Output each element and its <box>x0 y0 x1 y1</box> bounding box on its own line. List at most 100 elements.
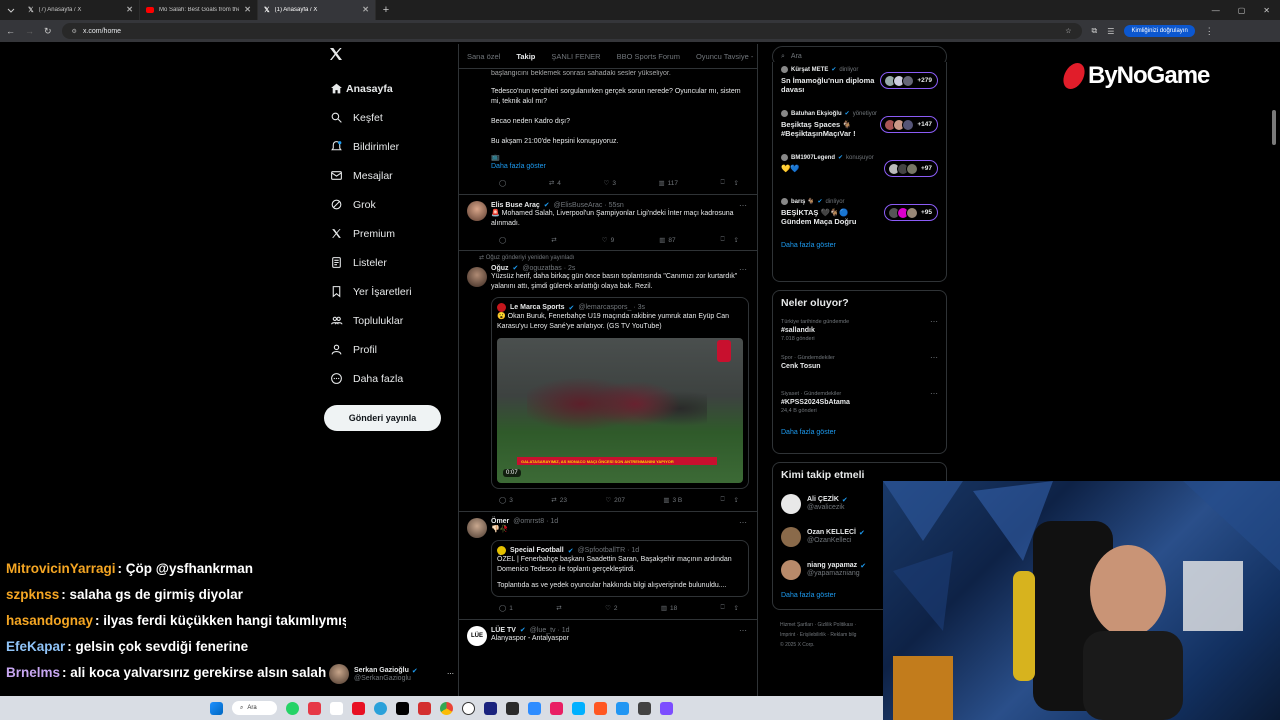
reply-button[interactable]: ◯ <box>499 236 506 244</box>
author-name[interactable]: Elis Buse Araç <box>491 202 540 209</box>
views-button[interactable]: ▥ 117 <box>659 179 679 188</box>
scrollbar[interactable] <box>1272 110 1276 145</box>
signin-button[interactable]: Kimliğinizi doğrulayın <box>1124 25 1195 37</box>
new-tab-button[interactable]: + <box>376 4 396 16</box>
maximize-button[interactable]: ▢ <box>1238 6 1246 15</box>
browser-tab[interactable]: Mo Salah: Best Goals from the ✕ <box>140 0 258 20</box>
author-name[interactable]: Oğuz <box>491 265 509 272</box>
taskbar-search[interactable]: ⌕ Ara <box>232 701 277 715</box>
share-icon[interactable]: ⇪ <box>734 604 739 612</box>
nav-item[interactable]: Mesajlar <box>324 161 454 190</box>
minimize-button[interactable]: — <box>1212 6 1220 15</box>
more-icon[interactable]: ⋯ <box>739 201 747 210</box>
reload-icon[interactable]: ↻ <box>44 26 52 37</box>
bookmark-button[interactable]: ⎕ ⇪ <box>721 179 739 187</box>
bookmark-button[interactable]: ⎕ ⇪ <box>721 236 739 244</box>
app-icon[interactable] <box>418 701 431 715</box>
views-button[interactable]: ▥ 18 <box>661 604 677 613</box>
reply-button[interactable]: ◯ <box>499 179 506 187</box>
whatsapp-icon[interactable] <box>286 701 299 715</box>
nav-item[interactable]: Keşfet <box>324 103 454 132</box>
tweet[interactable]: LÜE ⋯ LÜE TV ✔ @lue_tv · 1d Alanyaspor - A… <box>459 620 757 648</box>
anydesk-icon[interactable] <box>352 701 365 715</box>
chatgpt-icon[interactable] <box>462 701 475 715</box>
more-icon[interactable]: ⋯ <box>930 353 938 362</box>
app-icon[interactable] <box>550 701 563 715</box>
nav-item[interactable]: Grok <box>324 190 454 219</box>
nav-item[interactable]: Topluluklar <box>324 306 454 335</box>
more-icon[interactable]: ⋯ <box>739 626 747 635</box>
space-item[interactable]: Kürşat METE ✔ dinliyor Sn İmamoğlu'nun dip… <box>773 62 946 106</box>
app-icon[interactable] <box>506 701 519 715</box>
tab-oyuncu-tavsiye[interactable]: Oyuncu Tavsiye - <box>696 52 753 61</box>
footer-link[interactable]: Gizlilik Politikası <box>818 622 854 628</box>
tweet[interactable]: ⋯ Ömer @omrrst8 · 1d 👎🏻🥀 Special Football… <box>459 512 757 620</box>
more-icon[interactable]: ⋯ <box>739 518 747 527</box>
telegram-icon[interactable] <box>374 701 387 715</box>
nav-item[interactable]: Daha fazla <box>324 364 454 393</box>
nav-item[interactable]: Bildirimler <box>324 132 454 161</box>
extensions-icon[interactable]: ⧉ <box>1092 26 1098 36</box>
share-icon[interactable]: ⇪ <box>734 496 739 504</box>
quoted-tweet[interactable]: Le Marca Sports ✔ @lemarcaspors_ · 3s 😮 Ok… <box>491 297 749 489</box>
app-icon[interactable] <box>638 701 651 715</box>
url-field[interactable]: ⚙ x.com/home ☆ <box>61 23 1082 39</box>
bookmark-button[interactable]: ⎕ ⇪ <box>721 496 739 504</box>
chrome-icon[interactable] <box>440 701 453 715</box>
trend-item[interactable]: Siyaset · Gündemdekiler #KPSS2024SbAtama 2… <box>773 387 946 423</box>
reply-button[interactable]: ◯ 1 <box>499 604 513 613</box>
views-button[interactable]: ▥ 3 B <box>663 496 682 505</box>
footer-link[interactable]: Imprint <box>780 632 795 638</box>
post-button[interactable]: Gönderi yayınla <box>324 405 441 431</box>
tweet[interactable]: başlangıcını beklemek sonrası sahadaki s… <box>459 69 757 195</box>
retweet-button[interactable]: ⇄ <box>551 236 556 244</box>
space-listeners[interactable]: +147 <box>880 116 938 133</box>
footer-link[interactable]: Reklam bilg <box>830 632 856 638</box>
nav-item[interactable]: Profil <box>324 335 454 364</box>
app-icon[interactable] <box>594 701 607 715</box>
app-icon[interactable] <box>330 701 343 715</box>
tab-bbo-sports[interactable]: BBO Sports Forum <box>617 52 680 61</box>
more-icon[interactable]: ⋯ <box>930 317 938 326</box>
footer-link[interactable]: Hizmet Şartları <box>780 622 813 628</box>
avatar[interactable] <box>467 267 487 287</box>
like-button[interactable]: ♡ 3 <box>603 179 615 188</box>
more-icon[interactable]: ⋯ <box>930 389 938 398</box>
app-icon[interactable] <box>616 701 629 715</box>
site-info-icon[interactable]: ⚙ <box>72 28 77 35</box>
browser-menu-icon[interactable]: ⋮ <box>1205 26 1214 37</box>
windows-start-icon[interactable] <box>210 701 223 715</box>
nav-item[interactable]: Listeler <box>324 248 454 277</box>
spaces-show-more[interactable]: Daha fazla göster <box>773 238 946 255</box>
space-listeners[interactable]: +95 <box>883 204 938 221</box>
show-more-link[interactable]: Daha fazla göster <box>491 163 749 170</box>
like-button[interactable]: ♡ 2 <box>605 604 617 613</box>
tab-following[interactable]: Takip <box>516 52 535 61</box>
browser-tab-active[interactable]: 𝕏 (1) Anasayfa / X ✕ <box>258 0 376 20</box>
like-button[interactable]: ♡ 207 <box>605 496 625 505</box>
browser-tab[interactable]: 𝕏 (7) Anasayfa / X ✕ <box>22 0 140 20</box>
trends-show-more[interactable]: Daha fazla göster <box>773 423 946 442</box>
nav-item[interactable]: Yer İşaretleri <box>324 277 454 306</box>
space-item[interactable]: BM1907Legend ✔ konuşuyor 💛💙 +97 <box>773 150 946 194</box>
footer-link[interactable]: Erişilebilirlik <box>800 632 826 638</box>
more-icon[interactable]: ⋯ <box>447 670 454 678</box>
space-item[interactable]: Batuhan Ekşioğlu ✔ yönetiyor Beşiktaş Spac… <box>773 106 946 150</box>
back-icon[interactable]: ← <box>6 26 15 36</box>
quoted-tweet[interactable]: Special Football ✔ @SpfootballTR · 1d ÖZEL… <box>491 540 749 597</box>
forward-icon[interactable]: → <box>25 26 34 36</box>
trend-item[interactable]: Türkiye tarihinde gündemde #sallandık 7.01… <box>773 315 946 351</box>
app-icon[interactable] <box>484 701 497 715</box>
zoom-icon[interactable] <box>528 701 541 715</box>
bookmark-button[interactable]: ⎕ ⇪ <box>721 604 739 612</box>
share-icon[interactable]: ⇪ <box>734 179 739 187</box>
tab-list-button[interactable] <box>0 6 22 14</box>
netflix-icon[interactable] <box>396 701 409 715</box>
x-logo-icon[interactable] <box>328 46 358 70</box>
nav-item[interactable]: Anasayfa <box>324 74 454 103</box>
app-icon[interactable] <box>660 701 673 715</box>
retweet-button[interactable]: ⇄ 23 <box>551 496 567 505</box>
video-player[interactable]: GALATASARAYIMIZ, AS MONACO MAÇI ÖNCESİ S… <box>497 338 743 483</box>
views-button[interactable]: ▥ 87 <box>659 236 675 245</box>
window-close-button[interactable]: ✕ <box>1263 6 1270 15</box>
